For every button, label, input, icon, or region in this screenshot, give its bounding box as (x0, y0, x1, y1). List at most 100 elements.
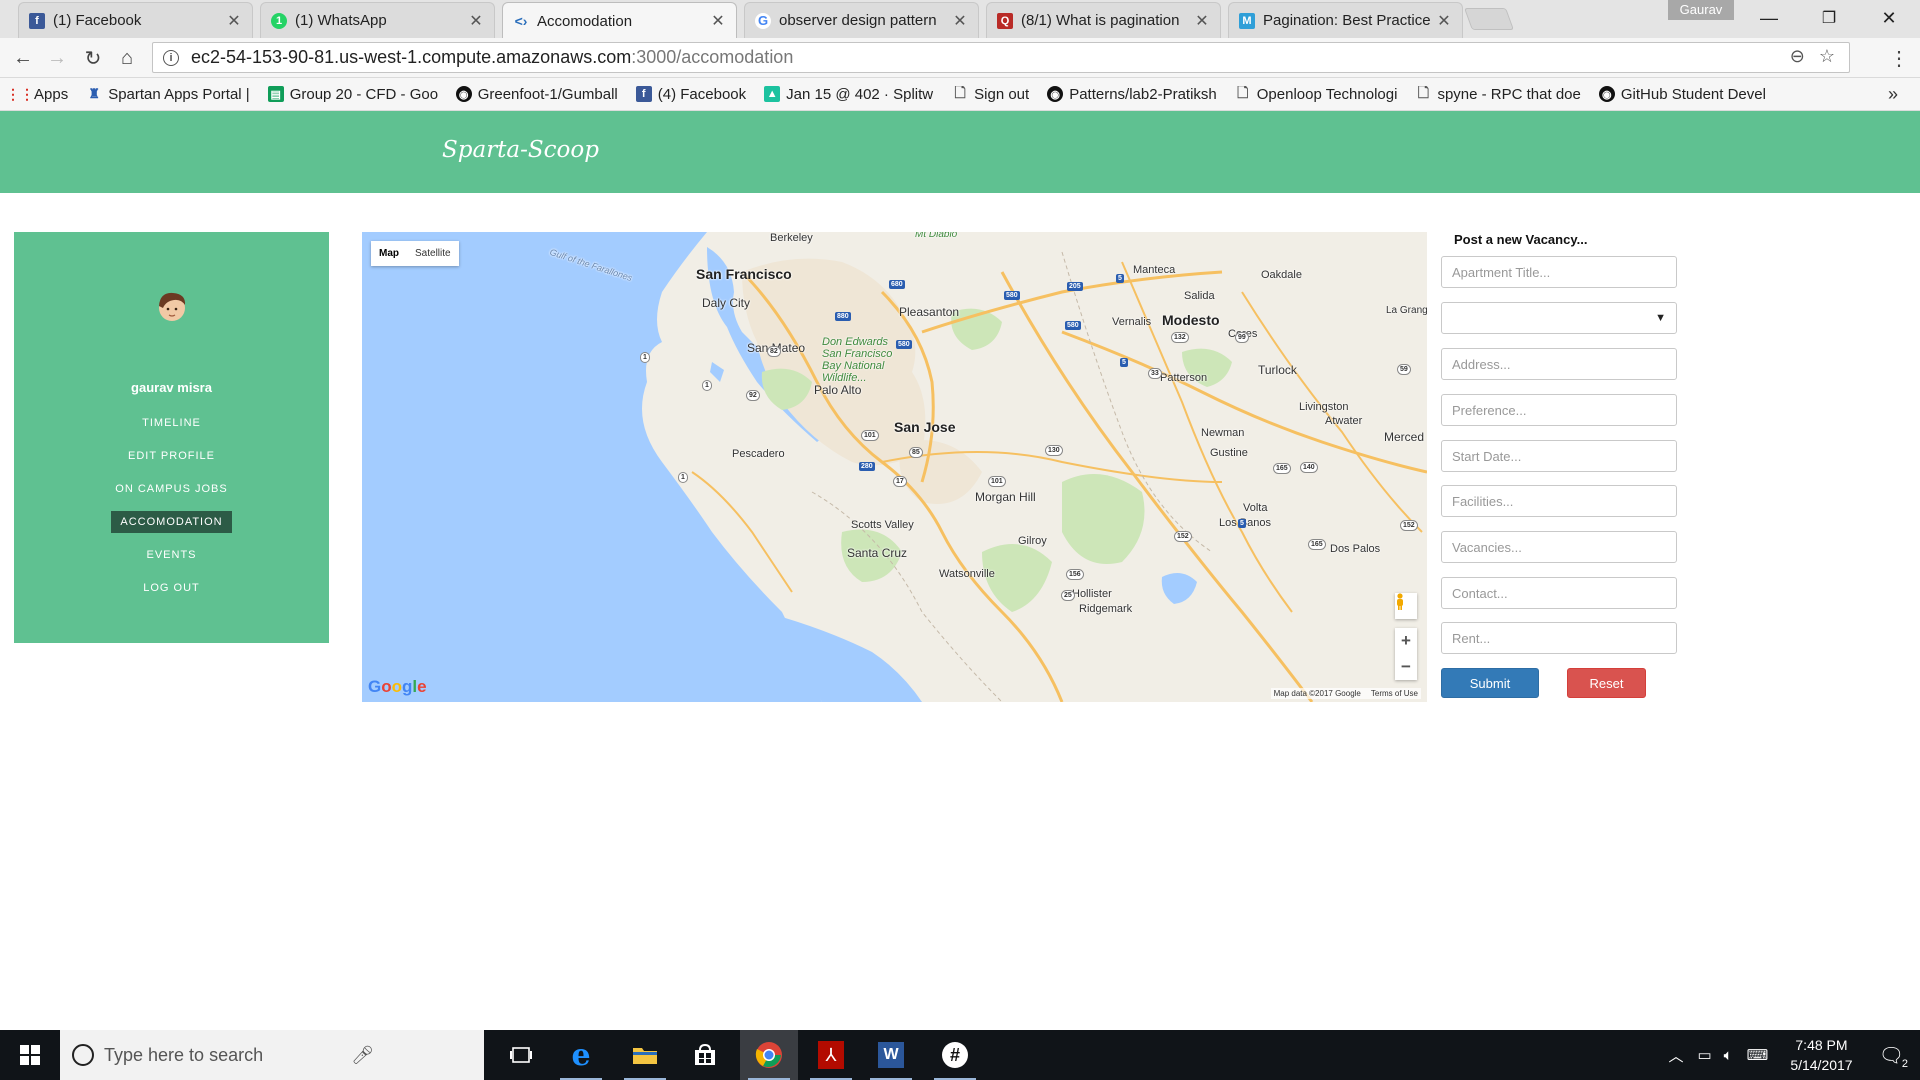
address-input[interactable] (1441, 348, 1677, 380)
bookmark-group-20[interactable]: ▤ Group 20 - CFD - Goo (267, 86, 438, 103)
map-label[interactable]: Berkeley (770, 232, 813, 244)
tab-whatsapp[interactable]: 1 (1) WhatsApp ✕ (260, 2, 495, 38)
taskbar-search-box[interactable]: Type here to search 🎤︎ (60, 1030, 484, 1080)
slack-icon[interactable]: # (926, 1030, 984, 1080)
nav-timeline[interactable]: TIMELINE (14, 412, 329, 434)
pegman-icon[interactable] (1395, 593, 1417, 619)
map-label[interactable]: Gustine (1210, 447, 1248, 459)
action-center-icon[interactable]: 🗨︎ 2 (1879, 1043, 1908, 1070)
map-label[interactable]: Watsonville (939, 568, 995, 580)
profile-button[interactable]: Gaurav (1668, 0, 1734, 20)
contact-input[interactable] (1441, 577, 1677, 609)
chrome-icon[interactable] (740, 1030, 798, 1080)
nav-on-campus-jobs[interactable]: ON CAMPUS JOBS (14, 478, 329, 500)
new-tab-button[interactable] (1463, 8, 1515, 30)
battery-icon[interactable]: ▭ (1697, 1046, 1711, 1064)
bookmark-github-student[interactable]: ◉ GitHub Student Devel (1598, 86, 1766, 103)
map-label[interactable]: Santa Cruz (847, 546, 907, 560)
map-label[interactable]: San Francisco (696, 266, 792, 282)
map-label[interactable]: Manteca (1133, 264, 1175, 276)
facilities-input[interactable] (1441, 485, 1677, 517)
bookmark-greenfoot[interactable]: ◉ Greenfoot-1/Gumball (455, 86, 618, 103)
map-label[interactable]: Modesto (1162, 312, 1220, 328)
microphone-icon[interactable]: 🎤︎ (351, 1045, 374, 1066)
map-type-satellite-button[interactable]: Satellite (407, 241, 459, 266)
word-icon[interactable]: W (862, 1030, 920, 1080)
close-tab-icon[interactable]: ✕ (468, 11, 484, 31)
site-brand[interactable]: Sparta-Scoop (442, 137, 599, 163)
bookmark-facebook[interactable]: f (4) Facebook (635, 86, 746, 103)
zoom-out-icon[interactable]: − (1395, 654, 1417, 680)
nav-edit-profile[interactable]: EDIT PROFILE (14, 445, 329, 467)
map-label[interactable]: San Jose (894, 419, 955, 435)
map-label[interactable]: Atwater (1325, 415, 1362, 427)
map-label[interactable]: Patterson (1160, 372, 1207, 384)
map-canvas[interactable] (362, 232, 1427, 702)
close-tab-icon[interactable]: ✕ (226, 11, 242, 31)
bookmark-splitwise[interactable]: ▲ Jan 15 @ 402 · Splitwi (764, 86, 934, 103)
nav-events[interactable]: EVENTS (14, 544, 329, 566)
close-tab-icon[interactable]: ✕ (952, 11, 968, 31)
map-label[interactable]: Oakdale (1261, 269, 1302, 281)
google-map[interactable]: San Francisco San Jose Berkeley Daly Cit… (362, 232, 1427, 702)
windows-start-button[interactable] (0, 1030, 60, 1080)
map-type-map-button[interactable]: Map (371, 241, 407, 266)
map-label[interactable]: Merced (1384, 430, 1424, 444)
bookmark-patterns-lab2[interactable]: ◉ Patterns/lab2-Pratiksh (1047, 86, 1217, 103)
file-explorer-icon[interactable] (616, 1030, 674, 1080)
bookmark-spyne[interactable]: 🗋 spyne - RPC that doe (1415, 86, 1581, 103)
preference-input[interactable] (1441, 394, 1677, 426)
zoom-in-icon[interactable]: + (1395, 628, 1417, 654)
map-label[interactable]: Hollister (1072, 588, 1112, 600)
volume-icon[interactable]: 🔈︎ (1724, 1047, 1733, 1064)
show-hidden-icons-icon[interactable]: ︿ (1668, 1045, 1683, 1066)
minimize-icon[interactable]: — (1740, 0, 1798, 36)
map-label[interactable]: Volta (1243, 502, 1267, 514)
bookmark-apps[interactable]: ⋮⋮Apps (12, 86, 68, 103)
bookmark-sign-out[interactable]: 🗋 Sign out (952, 86, 1030, 103)
tab-quora-pagination[interactable]: Q (8/1) What is pagination ✕ (986, 2, 1221, 38)
map-label[interactable]: Newman (1201, 427, 1244, 439)
site-info-icon[interactable]: i (163, 49, 179, 66)
edge-browser-icon[interactable]: e (552, 1030, 610, 1080)
map-label[interactable]: Morgan Hill (975, 490, 1036, 504)
map-label[interactable]: Scotts Valley (851, 519, 914, 531)
task-view-icon[interactable] (492, 1030, 550, 1080)
map-label[interactable]: Palo Alto (814, 383, 861, 397)
back-icon[interactable]: ← (8, 44, 38, 72)
vacancy-type-select[interactable]: ▼ (1441, 302, 1677, 334)
taskbar-clock[interactable]: 7:48 PM 5/14/2017 (1790, 1035, 1852, 1075)
chrome-menu-icon[interactable]: ⋮ (1884, 44, 1914, 72)
bookmark-openloop[interactable]: 🗋 Openloop Technologi (1235, 86, 1397, 103)
reset-button[interactable]: Reset (1567, 668, 1646, 698)
map-label[interactable]: Salida (1184, 290, 1215, 302)
map-label[interactable]: Ridgemark (1079, 603, 1132, 615)
nav-accomodation[interactable]: ACCOMODATION (14, 511, 329, 533)
zoom-icon[interactable]: ⊖ (1790, 46, 1805, 67)
map-label[interactable]: Gilroy (1018, 535, 1047, 547)
close-tab-icon[interactable]: ✕ (1436, 11, 1452, 31)
address-bar[interactable]: i ec2-54-153-90-81.us-west-1.compute.ama… (152, 42, 1850, 73)
acrobat-icon[interactable]: ⅄ (802, 1030, 860, 1080)
map-label[interactable]: Daly City (702, 296, 750, 310)
vacancies-input[interactable] (1441, 531, 1677, 563)
bookmark-spartan-apps[interactable]: ♜ Spartan Apps Portal | (86, 86, 249, 103)
apartment-title-input[interactable] (1441, 256, 1677, 288)
tab-pagination-best-practice[interactable]: M Pagination: Best Practice ✕ (1228, 2, 1463, 38)
map-label[interactable]: La Grang (1386, 305, 1427, 316)
map-label[interactable]: Don Edwards San Francisco Bay National W… (822, 336, 904, 384)
keyboard-icon[interactable]: ⌨ (1747, 1046, 1769, 1064)
map-label[interactable]: Pescadero (732, 448, 785, 460)
map-label[interactable]: Mt Diablo (915, 232, 957, 240)
rent-input[interactable] (1441, 622, 1677, 654)
bookmark-star-icon[interactable]: ☆ (1819, 46, 1835, 67)
start-date-input[interactable] (1441, 440, 1677, 472)
map-label[interactable]: Livingston (1299, 401, 1349, 413)
map-terms-link[interactable]: Terms of Use (1371, 689, 1418, 698)
map-label[interactable]: Vernalis (1112, 316, 1151, 328)
close-window-icon[interactable]: ✕ (1860, 0, 1918, 36)
close-tab-icon[interactable]: ✕ (1194, 11, 1210, 31)
map-label[interactable]: Turlock (1258, 363, 1297, 377)
restore-icon[interactable]: ❐ (1800, 0, 1858, 36)
bookmarks-overflow-icon[interactable]: » (1888, 84, 1898, 105)
